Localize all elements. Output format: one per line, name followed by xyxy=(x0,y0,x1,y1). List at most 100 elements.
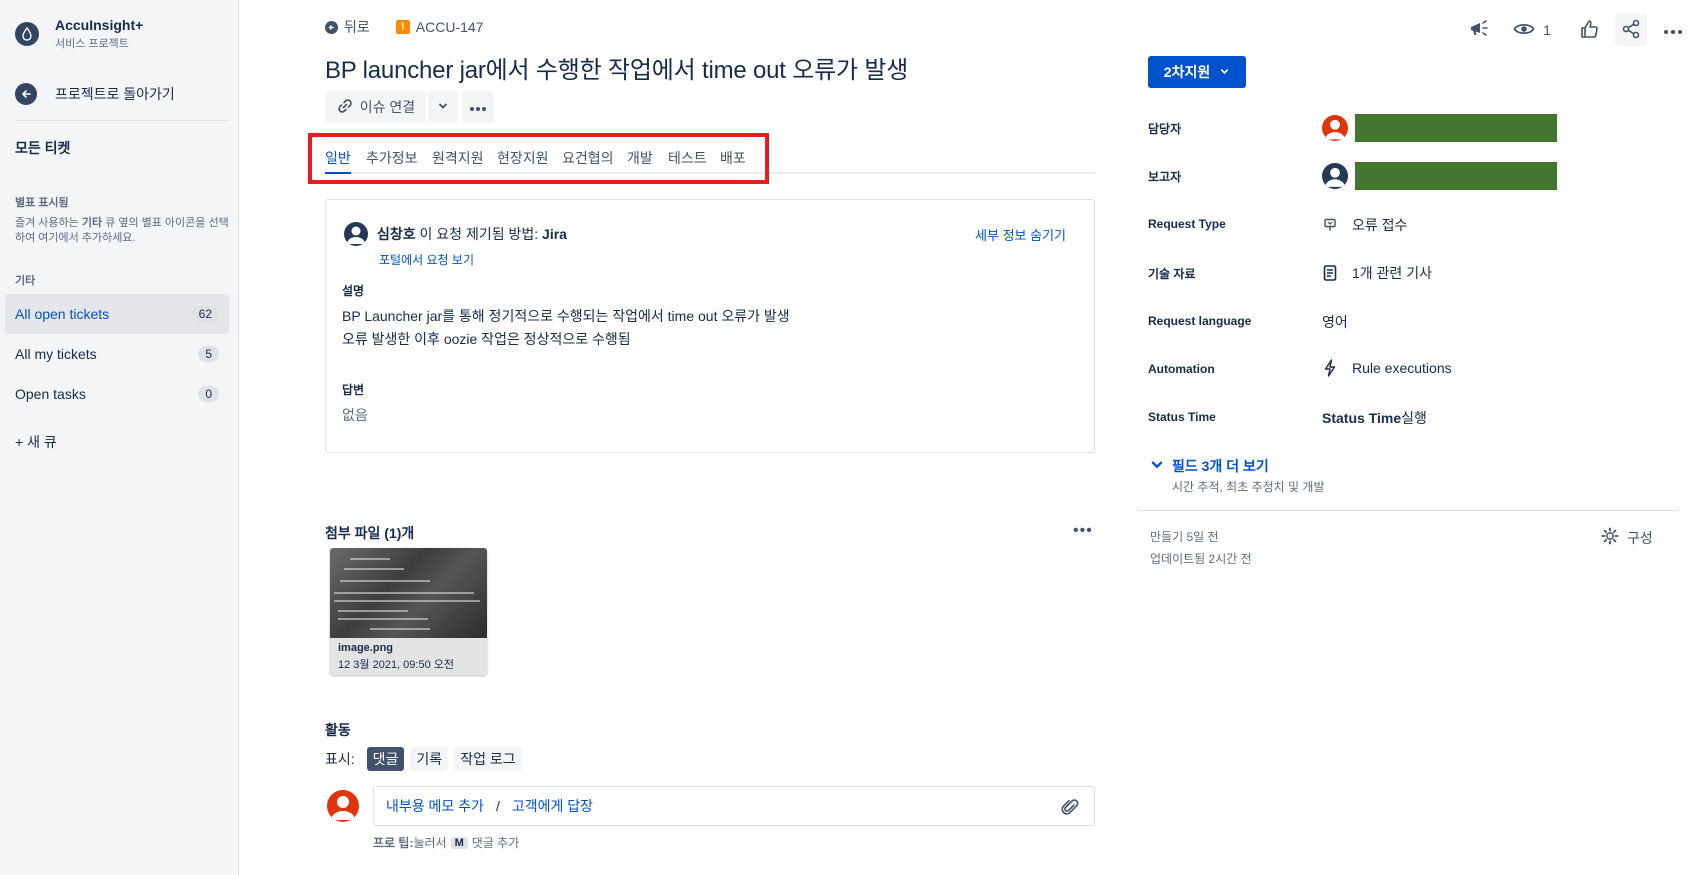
assignee-name-redacted xyxy=(1355,114,1557,142)
queue-count-badge: 62 xyxy=(191,306,219,322)
tab-test[interactable]: 테스트 xyxy=(668,148,707,174)
share-button[interactable] xyxy=(1615,14,1647,46)
request-language-field[interactable]: 영어 xyxy=(1322,312,1348,332)
automation-field[interactable]: Rule executions xyxy=(1322,359,1452,377)
add-internal-note-link[interactable]: 내부용 메모 추가 xyxy=(386,796,484,816)
assignee-field[interactable] xyxy=(1322,114,1557,142)
link-icon xyxy=(336,97,354,118)
vote-button[interactable] xyxy=(1573,14,1605,46)
answer-label: 답변 xyxy=(342,383,365,397)
attachment-thumbnail[interactable]: image.png 12 3월 2021, 09:50 오전 xyxy=(330,548,487,675)
reporter-label: 보고자 xyxy=(1148,170,1182,184)
attachment-preview-image xyxy=(330,548,487,638)
created-timestamp: 만들기 5일 전 xyxy=(1150,530,1219,544)
tab-deploy[interactable]: 배포 xyxy=(720,148,746,174)
filter-history-button[interactable]: 기록 xyxy=(410,747,449,771)
attachments-more-button[interactable]: ••• xyxy=(1073,522,1093,540)
reporter-row: 심창호 이 요청 제기됨 방법: Jira xyxy=(344,222,567,246)
more-options-button[interactable] xyxy=(1657,14,1689,46)
issue-top-actions: 1 xyxy=(1463,14,1689,46)
link-issue-button[interactable]: 이슈 연결 xyxy=(325,91,426,123)
paperclip-icon[interactable] xyxy=(1060,797,1080,820)
reply-to-customer-link[interactable]: 고객에게 답장 xyxy=(512,796,593,816)
watch-button[interactable]: 1 xyxy=(1505,14,1559,46)
breadcrumb: 뒤로 ! ACCU-147 xyxy=(325,17,483,37)
back-button[interactable]: 뒤로 xyxy=(325,17,370,37)
queue-open-tasks[interactable]: Open tasks 0 xyxy=(5,374,229,414)
lightning-icon xyxy=(1322,359,1338,377)
answer-value: 없음 xyxy=(342,407,368,423)
attachment-footer: image.png 12 3월 2021, 09:50 오전 xyxy=(330,638,487,675)
project-header[interactable]: AccuInsight+ 서비스 프로젝트 xyxy=(15,17,143,51)
link-issue-label: 이슈 연결 xyxy=(359,99,416,115)
request-type-label: Request Type xyxy=(1148,217,1226,231)
filter-worklog-button[interactable]: 작업 로그 xyxy=(454,747,522,771)
tab-additional-info[interactable]: 추가정보 xyxy=(366,148,418,174)
attachment-date: 12 3월 2021, 09:50 오전 xyxy=(338,659,454,671)
starred-heading: 별표 표시됨 xyxy=(15,197,69,209)
tab-development[interactable]: 개발 xyxy=(627,148,653,174)
hide-details-link[interactable]: 세부 정보 숨기기 xyxy=(975,225,1066,244)
starred-description: 즐겨 사용하는 기타 큐 옆의 별표 아이콘을 선택하여 여기에서 추가하세요. xyxy=(15,217,229,244)
reporter-avatar-icon xyxy=(1322,163,1348,189)
show-more-fields-label: 필드 3개 더 보기 xyxy=(1172,458,1269,474)
knowledge-base-value: 1개 관련 기사 xyxy=(1352,265,1432,281)
issue-title[interactable]: BP launcher jar에서 수행한 작업에서 time out 오류가 … xyxy=(325,50,908,85)
current-user-avatar-icon xyxy=(327,790,359,822)
queue-count-badge: 0 xyxy=(198,386,219,402)
thumbs-up-icon xyxy=(1579,19,1599,42)
more-horizontal-icon xyxy=(469,99,487,115)
reporter-field[interactable] xyxy=(1322,162,1557,190)
view-in-portal-link[interactable]: 포털에서 요청 보기 xyxy=(379,251,474,268)
link-issue-dropdown-button[interactable] xyxy=(428,91,458,123)
show-label: 표시: xyxy=(325,751,355,767)
chevron-down-icon xyxy=(1150,458,1164,475)
request-type-value: 오류 접수 xyxy=(1352,217,1408,233)
request-type-field[interactable]: 오류 접수 xyxy=(1322,215,1407,235)
watch-count: 1 xyxy=(1543,22,1551,38)
knowledge-base-field[interactable]: 1개 관련 기사 xyxy=(1322,263,1432,283)
configure-label: 구성 xyxy=(1627,529,1653,546)
gear-icon xyxy=(1601,527,1619,548)
eye-icon xyxy=(1513,21,1535,40)
comment-input[interactable]: 내부용 메모 추가 / 고객에게 답장 xyxy=(373,786,1095,826)
issue-key-link[interactable]: ! ACCU-147 xyxy=(395,19,483,35)
issue-action-buttons: 이슈 연결 xyxy=(325,91,494,123)
configure-button[interactable]: 구성 xyxy=(1601,527,1653,548)
all-tickets-heading[interactable]: 모든 티켓 xyxy=(15,138,70,158)
new-queue-button[interactable]: + 새 큐 xyxy=(15,432,57,452)
status-time-value-bold: Status Time xyxy=(1322,410,1402,426)
more-fields-description: 시간 추적, 최초 추정치 및 개발 xyxy=(1172,480,1325,494)
right-panel-divider xyxy=(1138,510,1678,511)
project-logo-icon xyxy=(15,22,39,46)
tab-remote-support[interactable]: 원격지원 xyxy=(432,148,484,174)
more-actions-button[interactable] xyxy=(462,91,494,123)
user-avatar-icon xyxy=(344,222,368,246)
tab-onsite-support[interactable]: 현장지원 xyxy=(497,148,549,174)
description-line: BP Launcher jar를 통해 정기적으로 수행되는 작업에서 time… xyxy=(342,308,790,324)
reporter-name-redacted xyxy=(1355,162,1557,190)
tab-general[interactable]: 일반 xyxy=(325,148,351,174)
status-time-field[interactable]: Status Time 실행 xyxy=(1322,408,1427,428)
queue-label: Open tasks xyxy=(15,386,86,402)
reporter-text: 심창호 이 요청 제기됨 방법: Jira xyxy=(377,226,567,242)
issue-tabs: 일반 추가정보 원격지원 현장지원 요건협의 개발 테스트 배포 xyxy=(325,148,1095,174)
knowledge-base-label: 기술 자료 xyxy=(1148,267,1196,281)
show-more-fields-button[interactable]: 필드 3개 더 보기 xyxy=(1150,456,1269,476)
status-dropdown-button[interactable]: 2차지원 xyxy=(1148,56,1246,88)
issue-type-icon: ! xyxy=(395,20,410,34)
filter-comments-button[interactable]: 댓글 xyxy=(366,747,405,771)
comment-separator: / xyxy=(495,798,500,814)
megaphone-icon xyxy=(1468,19,1490,42)
queue-all-my-tickets[interactable]: All my tickets 5 xyxy=(5,334,229,374)
queue-all-open-tickets[interactable]: All open tickets 62 xyxy=(5,294,229,334)
status-time-label: Status Time xyxy=(1148,410,1216,424)
back-to-project-link[interactable]: 프로젝트로 돌아가기 xyxy=(15,83,175,105)
protip-prefix: 프로 팁: xyxy=(373,836,414,850)
description-line: 오류 발생한 이후 oozie 작업은 정상적으로 수행됨 xyxy=(342,331,631,347)
activity-heading: 활동 xyxy=(325,722,351,738)
tab-requirements[interactable]: 요건협의 xyxy=(562,148,614,174)
automation-value: Rule executions xyxy=(1352,360,1452,376)
request-language-value: 영어 xyxy=(1322,314,1348,330)
feedback-button[interactable] xyxy=(1463,14,1495,46)
